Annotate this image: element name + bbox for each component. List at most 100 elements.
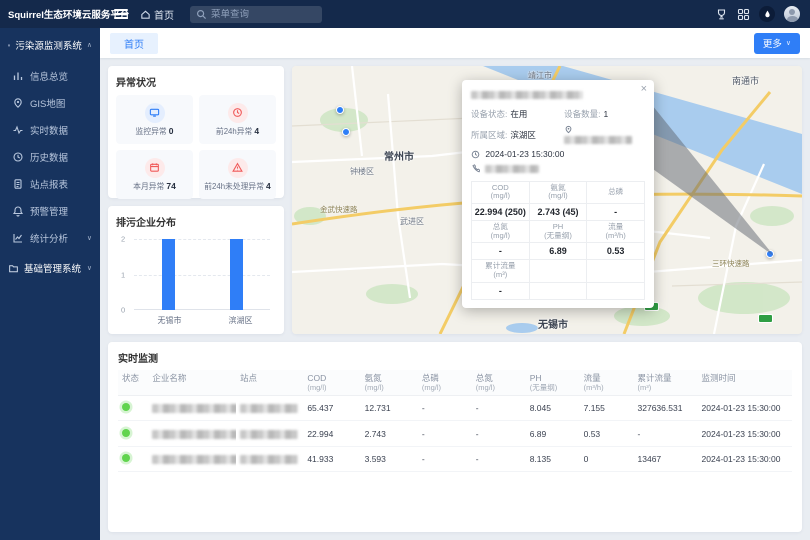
- chart-bar-wuxi: [162, 239, 175, 310]
- empty-cell: [529, 282, 587, 299]
- breadcrumb[interactable]: 首页: [140, 7, 174, 22]
- redacted-site-name: [240, 404, 298, 413]
- stat-label: 前24h未处理异常: [204, 182, 264, 191]
- redacted-phone: [485, 165, 539, 173]
- stat-tile-monitoring[interactable]: 监控异常0: [116, 95, 193, 144]
- time-cell: 2024-01-23 15:30:00: [698, 446, 792, 471]
- x-label: 无锡市: [158, 315, 182, 326]
- device-marker[interactable]: [336, 106, 344, 114]
- status-dot-green: [122, 403, 130, 411]
- stat-value: 4: [254, 126, 259, 136]
- redacted-enterprise-name: [152, 430, 236, 439]
- sidebar-item-statistics[interactable]: 统计分析 ∨: [0, 224, 100, 251]
- dashboard-content: 异常状况 监控异常0 前24h异常4: [100, 58, 810, 342]
- close-icon[interactable]: ×: [641, 83, 647, 95]
- breadcrumb-label: 首页: [154, 7, 174, 22]
- highway-shield: [758, 314, 773, 323]
- search-icon: [196, 9, 207, 20]
- chevron-up-icon: ∧: [87, 41, 92, 49]
- tn-cell: -: [472, 396, 526, 421]
- enterprise-cell: [148, 446, 236, 471]
- section-label: 基础管理系统: [24, 261, 81, 275]
- status-dot-green: [122, 454, 130, 462]
- stat-tile-last24h[interactable]: 前24h异常4: [199, 95, 276, 144]
- sidebar-item-history-data[interactable]: 历史数据: [0, 143, 100, 170]
- stat-tile-month[interactable]: 本月异常74: [116, 150, 193, 199]
- hamburger-menu-icon[interactable]: [114, 7, 128, 22]
- device-marker[interactable]: [342, 128, 350, 136]
- search-input[interactable]: [211, 9, 316, 20]
- stat-tile-unhandled[interactable]: 前24h未处理异常4: [199, 150, 276, 199]
- bell-icon: [12, 205, 24, 217]
- tab-home[interactable]: 首页: [110, 33, 158, 54]
- popup-field-region: 所属区域:滨湖区: [471, 129, 564, 141]
- abnormal-panel-title: 异常状况: [116, 74, 276, 89]
- sidebar-item-realtime-data[interactable]: 实时数据: [0, 116, 100, 143]
- field-value: 在用: [510, 109, 527, 119]
- tn-cell: -: [472, 421, 526, 446]
- sidebar-item-overview[interactable]: 信息总览: [0, 62, 100, 89]
- popup-field-address: [564, 125, 645, 145]
- more-button[interactable]: 更多 ∨: [754, 33, 800, 54]
- status-cell: [118, 446, 148, 471]
- tab-label: 首页: [124, 40, 144, 51]
- popup-metric-header-flow: 流量(m³/h): [587, 220, 645, 242]
- sidebar-section-pollution-monitoring[interactable]: 污染源监测系统 ∧: [0, 28, 100, 62]
- popup-field-status: 设备状态:在用: [471, 108, 564, 120]
- map-city-label: 无锡市: [538, 316, 568, 331]
- popup-metric-header-cod: COD(mg/l): [472, 181, 530, 203]
- redacted-address: [564, 136, 632, 144]
- time-cell: 2024-01-23 15:30:00: [698, 396, 792, 421]
- table-row[interactable]: 41.933 3.593 - - 8.135 0 13467 2024-01-2…: [118, 446, 792, 471]
- col-header-nh3n: 氨氮(mg/l): [361, 370, 418, 396]
- map[interactable]: 靖江市 南通市 常州市 钟楼区 武进区 无锡市 金武快速路 三环快速路 ×: [292, 66, 802, 334]
- calendar-icon: [145, 158, 165, 178]
- redacted-enterprise-name: [152, 404, 236, 413]
- apps-grid-icon[interactable]: [737, 8, 750, 21]
- popup-metric-header-tn: 总氮(mg/l): [472, 220, 530, 242]
- search-box[interactable]: [190, 6, 322, 23]
- stat-value: 4: [266, 181, 271, 191]
- empty-cell: [529, 260, 587, 282]
- phone-icon: [471, 164, 480, 173]
- document-icon: [12, 178, 24, 190]
- water-drop-icon[interactable]: [759, 6, 775, 22]
- table-row[interactable]: 65.437 12.731 - - 8.045 7.155 327636.531…: [118, 396, 792, 421]
- popup-metric-value-ph: 6.89: [529, 243, 587, 260]
- tn-cell: -: [472, 446, 526, 471]
- sidebar-item-label: 信息总览: [30, 69, 68, 83]
- map-district-label: 武进区: [400, 216, 424, 227]
- total-flow-cell: -: [634, 421, 698, 446]
- map-road-label: 金武快速路: [320, 204, 358, 215]
- y-tick: 0: [121, 306, 125, 315]
- ph-cell: 6.89: [526, 421, 580, 446]
- nh3n-cell: 3.593: [361, 446, 418, 471]
- map-district-label: 钟楼区: [350, 166, 374, 177]
- col-header-tp: 总磷(mg/l): [418, 370, 472, 396]
- flow-cell: 0.53: [580, 421, 634, 446]
- popup-fields: 设备状态:在用 设备数量:1 所属区域:滨湖区 2024-01-23 15:30…: [471, 108, 645, 174]
- sidebar-item-site-report[interactable]: 站点报表: [0, 170, 100, 197]
- table-row[interactable]: 22.994 2.743 - - 6.89 0.53 - 2024-01-23 …: [118, 421, 792, 446]
- user-avatar[interactable]: [784, 6, 800, 22]
- sidebar-menu: 信息总览 GIS地图 实时数据 历史数据 站点报表 预警管理: [0, 62, 100, 251]
- more-button-label: 更多: [763, 36, 782, 50]
- sidebar-section-base-system[interactable]: 基础管理系统 ∨: [0, 251, 100, 285]
- app-logo: Squirrel生态环境云服务平台: [0, 7, 106, 21]
- chevron-down-icon: ∨: [87, 234, 92, 242]
- field-value: 滨湖区: [510, 130, 536, 140]
- trophy-icon[interactable]: [715, 8, 728, 21]
- field-label: 所属区域:: [471, 130, 507, 140]
- sidebar-item-gis-map[interactable]: GIS地图: [0, 89, 100, 116]
- popup-metric-value-nh3n: 2.743 (45): [529, 203, 587, 220]
- popup-metric-header-ph: PH(无量纲): [529, 220, 587, 242]
- chart-bar-binhu: [230, 239, 243, 310]
- realtime-monitor-panel: 实时监测 状态 企业名称 站点 COD(mg/l) 氨氮(mg/l) 总磷(mg…: [108, 342, 802, 532]
- realtime-table-title: 实时监测: [118, 350, 792, 365]
- top-header: Squirrel生态环境云服务平台 首页: [0, 0, 810, 28]
- cod-cell: 22.994: [303, 421, 360, 446]
- sidebar-item-alert-management[interactable]: 预警管理: [0, 197, 100, 224]
- sidebar: 污染源监测系统 ∧ 信息总览 GIS地图 实时数据 历史数据 站点报表: [0, 28, 100, 540]
- pulse-icon: [12, 124, 24, 136]
- nh3n-cell: 12.731: [361, 396, 418, 421]
